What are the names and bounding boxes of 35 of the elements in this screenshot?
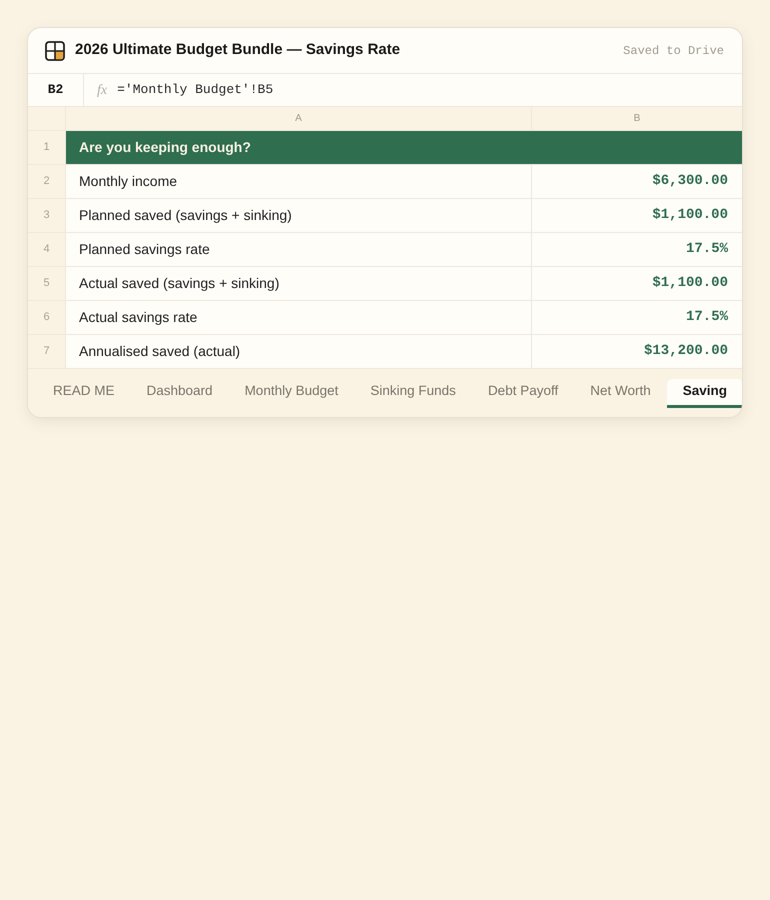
sheet-tab[interactable]: Debt Payoff: [472, 378, 574, 408]
sheet-tab[interactable]: Dashboard: [130, 378, 229, 408]
cell-reference[interactable]: B2: [28, 74, 84, 106]
label-cell: Monthly income: [66, 165, 532, 198]
column-header[interactable]: B: [532, 107, 742, 130]
value-cell-text: $1,100.00: [651, 206, 729, 225]
value-cell-text: $1,100.00: [651, 274, 729, 293]
sheet-tab[interactable]: READ ME: [37, 378, 131, 408]
value-cell-text: 17.5%: [684, 240, 729, 259]
row-number: 1: [28, 131, 66, 164]
label-cell: Annualised saved (actual): [66, 335, 532, 368]
value-cell-text: $6,300.00: [651, 172, 729, 191]
fx-label: fx: [97, 82, 108, 100]
row-number: 4: [28, 233, 66, 266]
row-number: 6: [28, 301, 66, 334]
label-cell: Planned savings rate: [66, 233, 532, 266]
sheet-tab[interactable]: Monthly Budget: [228, 378, 354, 408]
label-cell: Planned saved (savings + sinking): [66, 199, 532, 232]
column-header[interactable]: A: [66, 107, 532, 130]
row-number: 2: [28, 165, 66, 198]
window-title: 2026 Ultimate Budget Bundle — Savings Rate: [75, 40, 400, 60]
sheet-tab[interactable]: Saving: [666, 378, 742, 408]
formula-text[interactable]: ='Monthly Budget'!B5: [117, 80, 274, 100]
sheet-tab[interactable]: Sinking Funds: [354, 378, 472, 408]
sheet-tab[interactable]: Net Worth: [574, 378, 667, 408]
row-number: 7: [28, 335, 66, 368]
label-cell: Actual saved (savings + sinking): [66, 267, 532, 300]
value-cell-text: 17.5%: [684, 308, 729, 327]
section-heading-cell: Are you keeping enough?: [66, 131, 742, 164]
value-cell-text: $13,200.00: [642, 342, 729, 361]
save-status: Saved to Drive: [623, 42, 724, 60]
row-number: 3: [28, 199, 66, 232]
row-number: 5: [28, 267, 66, 300]
grid-icon: [45, 40, 65, 60]
label-cell: Actual savings rate: [66, 301, 532, 334]
